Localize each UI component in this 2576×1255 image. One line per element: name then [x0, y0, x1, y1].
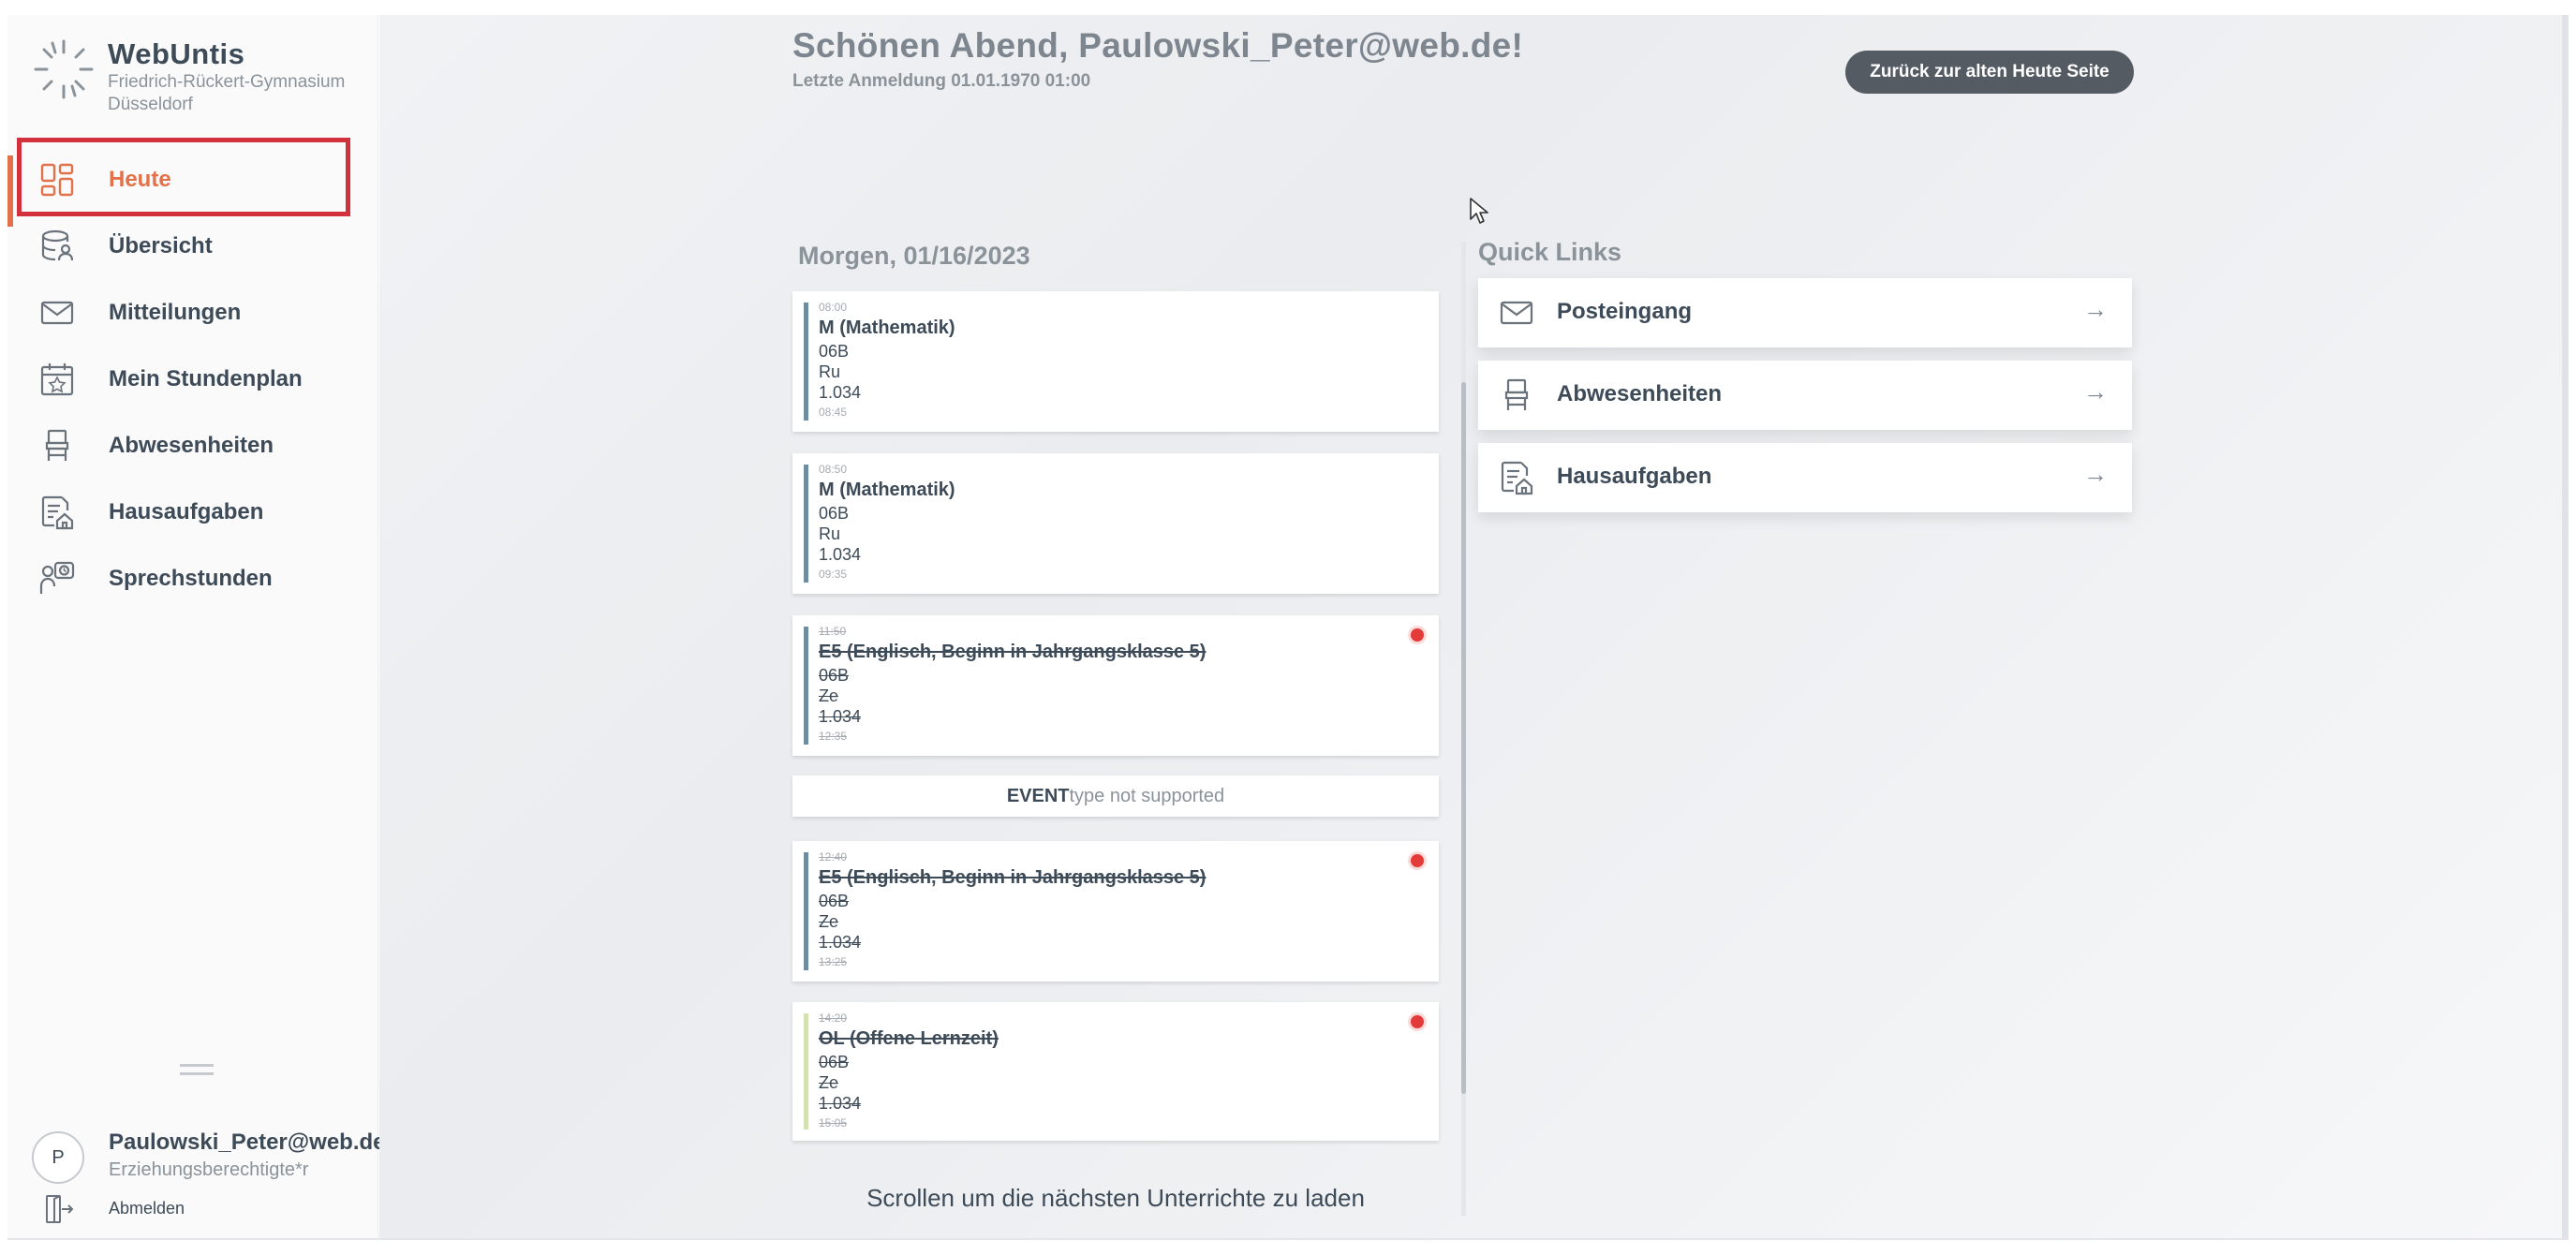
- lesson-start-time: 08:00: [819, 301, 848, 314]
- lesson-subject: OL (Offene Lernzeit): [819, 1028, 999, 1049]
- lesson-room: 1.034: [819, 933, 862, 952]
- lesson-card-cancelled[interactable]: 12:40 E5 (Englisch, Beginn in Jahrgangsk…: [792, 841, 1439, 982]
- quick-link-abwesenheiten[interactable]: Abwesenheiten →: [1478, 361, 2132, 430]
- quick-links-heading: Quick Links: [1478, 238, 1622, 266]
- lesson-card[interactable]: 08:00 M (Mathematik) 06B Ru 1.034 08:45: [792, 291, 1439, 432]
- lesson-room: 1.034: [819, 545, 862, 564]
- overview-icon: [37, 227, 77, 266]
- lesson-class: 06B: [819, 892, 850, 910]
- lesson-teacher: Ru: [819, 524, 841, 543]
- brand-name: WebUntis: [108, 37, 245, 70]
- event-card: EVENT type not supported: [792, 775, 1439, 817]
- lesson-subject: E5 (Englisch, Beginn in Jahrgangsklasse …: [819, 867, 1207, 888]
- lesson-end-time: 15:05: [819, 1116, 848, 1130]
- sidebar-item-label: Hausaufgaben: [109, 499, 264, 524]
- scroll-load-hint: Scrollen um die nächsten Unterrichte zu …: [866, 1184, 1365, 1212]
- lesson-start-time: 14:20: [819, 1011, 848, 1025]
- lesson-color-bar: [804, 627, 808, 745]
- lesson-end-time: 13:25: [819, 955, 848, 968]
- chair-icon: [37, 426, 77, 465]
- event-type-label: EVENT: [1006, 785, 1070, 806]
- quick-link-label: Abwesenheiten: [1557, 381, 1723, 406]
- event-unsupported-text: type not supported: [1069, 785, 1225, 806]
- lesson-class: 06B: [819, 1053, 850, 1071]
- lesson-end-time: 09:35: [819, 568, 848, 581]
- sidebar-item-label: Mitteilungen: [109, 300, 242, 325]
- calendar-star-icon: [37, 360, 77, 399]
- lesson-class: 06B: [819, 666, 850, 685]
- avatar[interactable]: P: [32, 1131, 84, 1184]
- chair-icon: [1499, 377, 1534, 413]
- lesson-start-time: 11:50: [819, 625, 847, 638]
- quick-link-hausaufgaben[interactable]: Hausaufgaben →: [1478, 443, 2132, 512]
- quick-link-posteingang[interactable]: Posteingang →: [1478, 278, 2132, 347]
- sidebar-item-label: Sprechstunden: [109, 566, 273, 591]
- quick-link-label: Hausaufgaben: [1557, 464, 1712, 489]
- schedule-scrollbar[interactable]: [1461, 242, 1466, 1216]
- lesson-color-bar: [804, 465, 808, 583]
- logout-link[interactable]: Abmelden: [109, 1199, 185, 1218]
- lesson-card-cancelled[interactable]: 11:50 E5 (Englisch, Beginn in Jahrgangsk…: [792, 615, 1439, 756]
- lesson-color-bar: [804, 303, 808, 421]
- window-bottom-edge: [0, 1238, 2576, 1255]
- lesson-class: 06B: [819, 504, 850, 523]
- day-heading: Morgen, 01/16/2023: [798, 242, 1030, 270]
- lesson-color-bar: [804, 852, 808, 970]
- sidebar-item-label: Übersicht: [109, 233, 213, 258]
- schedule-scrollbar-thumb[interactable]: [1461, 382, 1466, 1094]
- lesson-card-cancelled[interactable]: 14:20 OL (Offene Lernzeit) 06B Ze 1.034 …: [792, 1002, 1439, 1141]
- quick-link-label: Posteingang: [1557, 299, 1693, 324]
- greeting-title: Schönen Abend, Paulowski_Peter@web.de!: [792, 26, 1524, 65]
- back-to-old-page-button[interactable]: Zurück zur alten Heute Seite: [1845, 51, 2134, 94]
- lesson-end-time: 08:45: [819, 406, 848, 419]
- mail-icon: [1499, 295, 1534, 331]
- page-scrollbar[interactable]: [2562, 15, 2569, 1238]
- school-name: Friedrich-Rückert-Gymnasium Düsseldorf: [108, 72, 346, 114]
- sidebar-item-abwesenheiten[interactable]: Abwesenheiten: [7, 418, 378, 474]
- sidebar-item-mitteilungen[interactable]: Mitteilungen: [7, 285, 378, 341]
- last-login-text: Letzte Anmeldung 01.01.1970 01:00: [792, 71, 1091, 91]
- lesson-card[interactable]: 08:50 M (Mathematik) 06B Ru 1.034 09:35: [792, 453, 1439, 594]
- sidebar-item-stundenplan[interactable]: Mein Stundenplan: [7, 351, 378, 407]
- lesson-start-time: 12:40: [819, 850, 848, 864]
- sidebar-item-uebersicht[interactable]: Übersicht: [7, 218, 378, 274]
- cancelled-indicator-icon: [1411, 1015, 1424, 1028]
- lesson-start-time: 08:50: [819, 463, 848, 476]
- sidebar-item-label: Abwesenheiten: [109, 433, 274, 458]
- lesson-teacher: Ze: [819, 1073, 839, 1092]
- lesson-room: 1.034: [819, 1094, 862, 1113]
- cancelled-indicator-icon: [1411, 628, 1424, 642]
- lesson-subject: M (Mathematik): [819, 317, 955, 338]
- lesson-teacher: Ze: [819, 912, 839, 931]
- arrow-right-icon: →: [2083, 460, 2108, 488]
- homework-icon: [1499, 460, 1534, 495]
- lesson-class: 06B: [819, 342, 850, 361]
- lesson-subject: M (Mathematik): [819, 480, 955, 500]
- lesson-end-time: 12:35: [819, 730, 848, 743]
- lesson-room: 1.034: [819, 383, 862, 402]
- highlight-annotation-box: [17, 138, 350, 216]
- mail-icon: [37, 293, 77, 332]
- lesson-teacher: Ru: [819, 362, 841, 381]
- mouse-cursor-icon: [1469, 197, 1491, 227]
- lesson-teacher: Ze: [819, 687, 839, 705]
- sidebar-collapse-handle[interactable]: [180, 1064, 214, 1077]
- arrow-right-icon: →: [2083, 295, 2108, 323]
- arrow-right-icon: →: [2083, 377, 2108, 406]
- lesson-room: 1.034: [819, 707, 862, 726]
- webuntis-logo-icon: [28, 34, 99, 105]
- sidebar-item-hausaufgaben[interactable]: Hausaufgaben: [7, 484, 378, 540]
- cancelled-indicator-icon: [1411, 854, 1424, 867]
- sidebar-item-sprechstunden[interactable]: Sprechstunden: [7, 551, 378, 607]
- lesson-subject: E5 (Englisch, Beginn in Jahrgangsklasse …: [819, 642, 1207, 662]
- user-role: Erziehungsberechtigte*r: [109, 1159, 309, 1180]
- consultation-icon: [37, 559, 77, 598]
- logout-icon[interactable]: [43, 1193, 75, 1225]
- homework-icon: [37, 493, 77, 532]
- lesson-color-bar: [804, 1013, 808, 1130]
- window-bottom-border: [7, 1238, 2569, 1240]
- user-name[interactable]: Paulowski_Peter@web.de: [109, 1130, 386, 1156]
- window-top-edge: [0, 0, 2576, 15]
- sidebar-item-label: Mein Stundenplan: [109, 366, 303, 391]
